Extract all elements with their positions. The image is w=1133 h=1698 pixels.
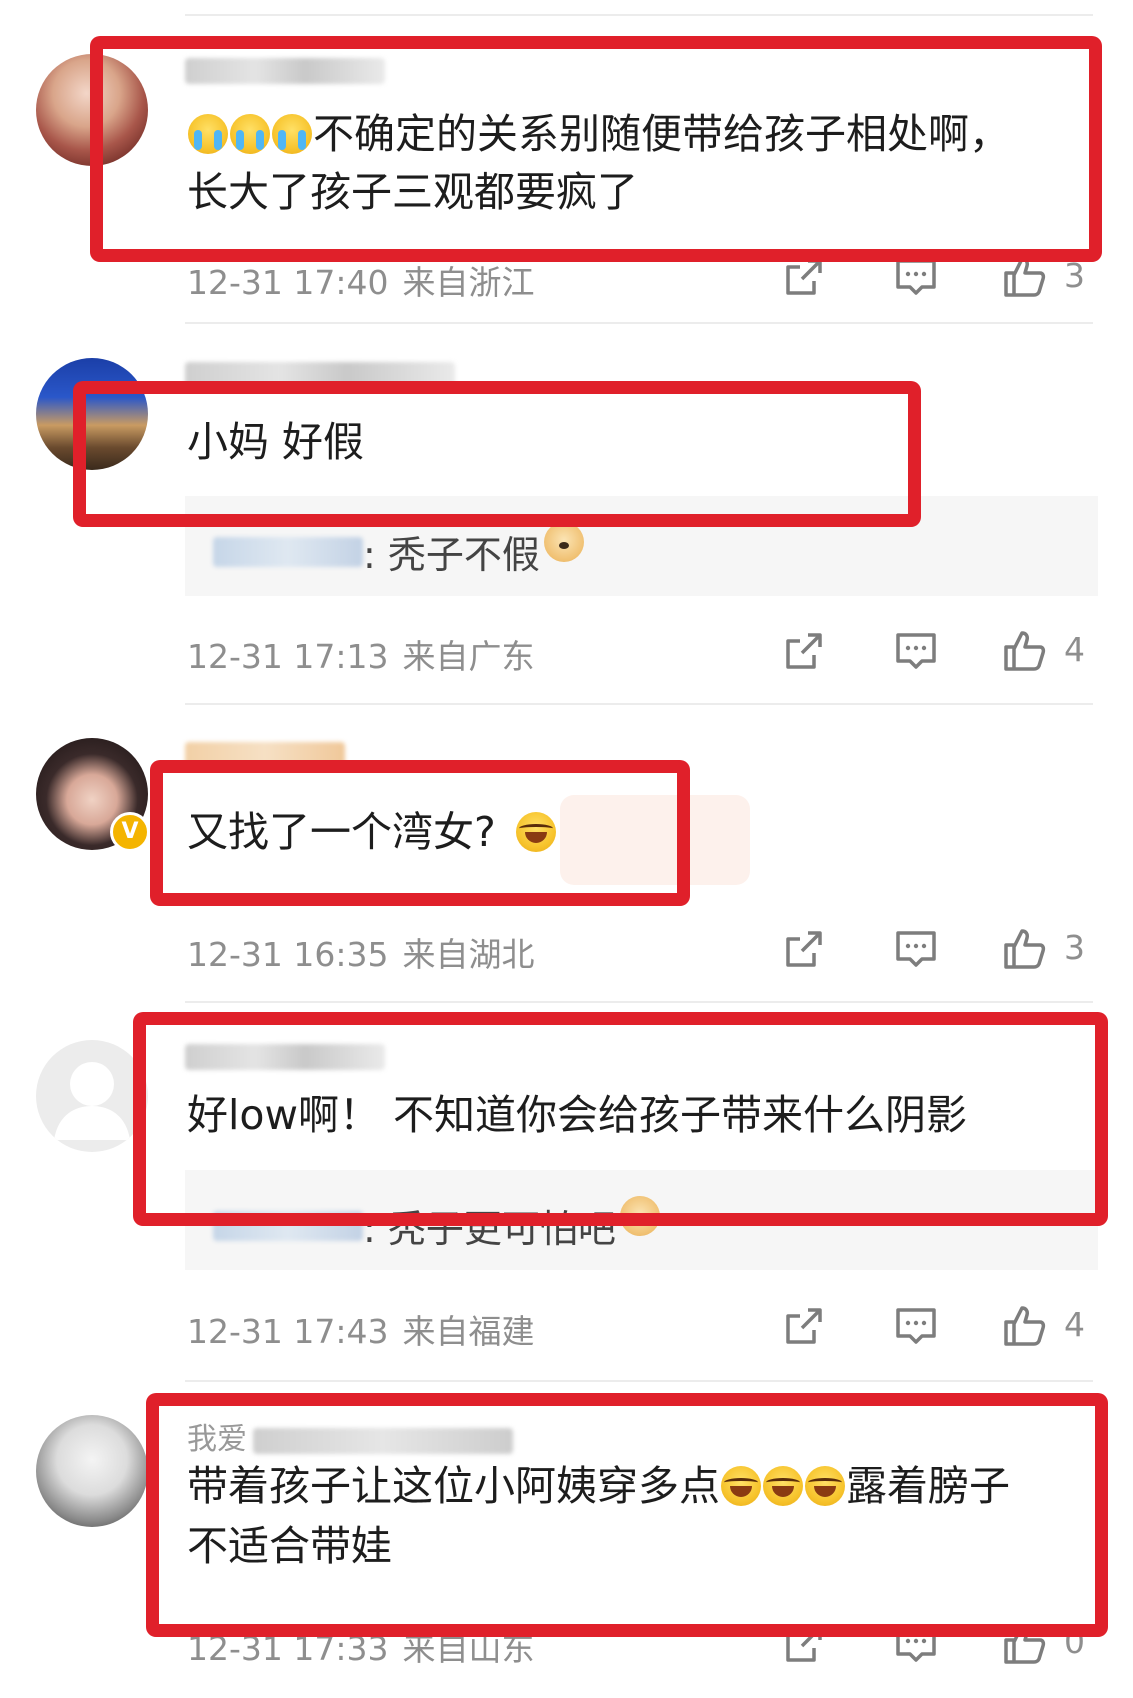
verified-icon: V bbox=[110, 812, 150, 852]
comment-meta: 12-31 17:40 来自浙江 bbox=[187, 256, 548, 304]
share-icon[interactable] bbox=[780, 627, 828, 675]
divider bbox=[185, 703, 1093, 705]
highlight-box bbox=[133, 1012, 1108, 1226]
doge-emoji-icon bbox=[543, 522, 584, 562]
highlight-box bbox=[73, 381, 921, 527]
avatar[interactable] bbox=[36, 1415, 148, 1527]
default-user-icon bbox=[54, 1062, 130, 1140]
share-icon[interactable] bbox=[780, 925, 828, 973]
comment-location: 来自湖北 bbox=[402, 935, 535, 974]
comment-icon[interactable] bbox=[892, 627, 940, 675]
comment-date: 12-31 16:35 bbox=[187, 935, 389, 974]
reply-text: : 秃子不假 bbox=[363, 533, 540, 577]
highlight-box bbox=[146, 1393, 1108, 1637]
comment-meta: 12-31 16:35 来自湖北 bbox=[187, 928, 548, 976]
divider bbox=[185, 1380, 1093, 1382]
like-icon[interactable] bbox=[1000, 925, 1048, 973]
divider bbox=[185, 1001, 1093, 1003]
reply-username-blurred[interactable] bbox=[213, 536, 363, 567]
like-icon[interactable] bbox=[1000, 627, 1048, 675]
divider bbox=[185, 14, 1093, 16]
like-count: 3 bbox=[1064, 928, 1085, 967]
comment-date: 12-31 17:43 bbox=[187, 1312, 389, 1351]
comment-date: 12-31 17:13 bbox=[187, 637, 389, 676]
comment-icon[interactable] bbox=[892, 925, 940, 973]
like-count: 4 bbox=[1064, 630, 1085, 669]
share-icon[interactable] bbox=[780, 1302, 828, 1350]
like-count: 4 bbox=[1064, 1305, 1085, 1344]
comment-date: 12-31 17:40 bbox=[187, 263, 389, 302]
highlight-box bbox=[150, 760, 690, 906]
comment-location: 来自浙江 bbox=[402, 263, 535, 302]
avatar[interactable] bbox=[36, 1040, 148, 1152]
comment-meta: 12-31 17:13 来自广东 bbox=[187, 630, 548, 678]
highlight-box bbox=[90, 36, 1102, 262]
comment-icon[interactable] bbox=[892, 1302, 940, 1350]
comment-location: 来自广东 bbox=[402, 637, 535, 676]
comment-meta: 12-31 17:43 来自福建 bbox=[187, 1305, 548, 1353]
divider bbox=[185, 322, 1093, 324]
like-icon[interactable] bbox=[1000, 1302, 1048, 1350]
comment-location: 来自福建 bbox=[402, 1312, 535, 1351]
